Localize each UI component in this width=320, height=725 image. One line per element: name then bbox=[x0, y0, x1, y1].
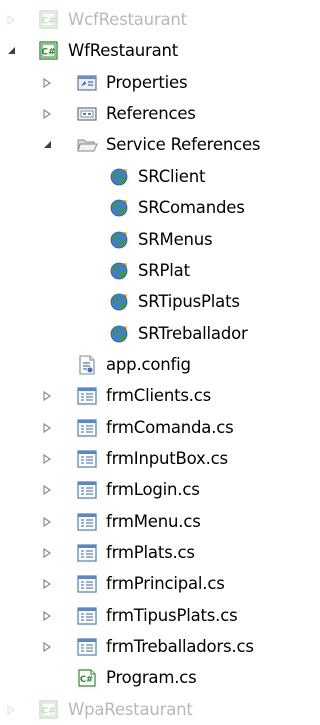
expand-arrow-icon[interactable] bbox=[40, 609, 54, 623]
svg-text:C#: C# bbox=[41, 16, 55, 26]
tree-item-form-file[interactable]: frmMenu.cs bbox=[0, 506, 286, 537]
tree-item-properties[interactable]: Properties bbox=[0, 67, 286, 98]
expand-arrow-icon[interactable] bbox=[40, 107, 54, 121]
service-reference-globe-icon bbox=[108, 291, 130, 313]
form-icon bbox=[76, 542, 98, 564]
tree-item-label: frmClients.cs bbox=[106, 386, 212, 405]
tree-item-label: WpaRestaurant bbox=[68, 700, 193, 719]
tree-item-label: frmTreballadors.cs bbox=[106, 637, 254, 656]
tree-item-form-file[interactable]: frmComanda.cs bbox=[0, 412, 286, 443]
tree-item-label: WcfRestaurant bbox=[68, 10, 187, 29]
form-icon bbox=[76, 573, 98, 595]
tree-item-form-file[interactable]: frmPlats.cs bbox=[0, 537, 286, 568]
tree-item-form-file[interactable]: frmInputBox.cs bbox=[0, 443, 286, 474]
tree-item-wparestaurant[interactable]: C# WpaRestaurant bbox=[0, 694, 286, 725]
tree-item-form-file[interactable]: frmTreballadors.cs bbox=[0, 631, 286, 662]
form-icon bbox=[76, 636, 98, 658]
tree-item-label: Service References bbox=[106, 135, 261, 154]
folder-open-icon bbox=[76, 134, 98, 156]
tree-item-srtipusplats[interactable]: SRTipusPlats bbox=[0, 286, 286, 317]
tree-item-label: WfRestaurant bbox=[68, 41, 179, 60]
tree-item-srplat[interactable]: SRPlat bbox=[0, 255, 286, 286]
csharp-project-icon: C# bbox=[38, 699, 60, 721]
expand-arrow-icon[interactable] bbox=[40, 421, 54, 435]
tree-item-wfrestaurant[interactable]: C# WfRestaurant bbox=[0, 35, 286, 66]
expand-arrow-icon[interactable] bbox=[40, 640, 54, 654]
collapse-arrow-icon[interactable] bbox=[4, 44, 18, 58]
form-icon bbox=[76, 417, 98, 439]
service-reference-globe-icon bbox=[108, 166, 130, 188]
tree-item-srcomandes[interactable]: SRComandes bbox=[0, 192, 286, 223]
tree-item-label: frmTipusPlats.cs bbox=[106, 606, 238, 625]
tree-item-form-file[interactable]: frmLogin.cs bbox=[0, 474, 286, 505]
tree-item-label: frmInputBox.cs bbox=[106, 449, 228, 468]
tree-item-wcfrestaurant[interactable]: C# WcfRestaurant bbox=[0, 4, 286, 35]
expand-arrow-icon[interactable] bbox=[40, 483, 54, 497]
tree-item-srtreballador[interactable]: SRTreballador bbox=[0, 318, 286, 349]
tree-item-label: frmPlats.cs bbox=[106, 543, 195, 562]
tree-item-label: frmPrincipal.cs bbox=[106, 574, 225, 593]
expand-arrow-icon[interactable] bbox=[4, 703, 18, 717]
references-icon bbox=[76, 103, 98, 125]
tree-item-label: SRClient bbox=[138, 167, 206, 186]
tree-item-program-cs[interactable]: C# Program.cs bbox=[0, 662, 286, 693]
tree-item-label: frmComanda.cs bbox=[106, 418, 234, 437]
tree-item-app-config[interactable]: app.config bbox=[0, 349, 286, 380]
tree-item-service-references[interactable]: Service References bbox=[0, 129, 286, 160]
form-icon bbox=[76, 605, 98, 627]
tree-item-label: frmLogin.cs bbox=[106, 480, 200, 499]
tree-item-label: SRComandes bbox=[138, 198, 245, 217]
tree-item-label: References bbox=[106, 104, 196, 123]
tree-item-label: Program.cs bbox=[106, 668, 197, 687]
tree-item-srmenus[interactable]: SRMenus bbox=[0, 224, 286, 255]
config-file-icon bbox=[76, 354, 98, 376]
svg-text:C#: C# bbox=[41, 706, 55, 716]
expand-arrow-icon[interactable] bbox=[40, 452, 54, 466]
form-icon bbox=[76, 448, 98, 470]
tree-item-label: Properties bbox=[106, 73, 188, 92]
svg-text:C#: C# bbox=[41, 47, 55, 57]
tree-item-label: app.config bbox=[106, 355, 191, 374]
tree-item-form-file[interactable]: frmPrincipal.cs bbox=[0, 568, 286, 599]
collapse-arrow-icon[interactable] bbox=[40, 138, 54, 152]
tree-item-label: frmMenu.cs bbox=[106, 512, 201, 531]
form-icon bbox=[76, 511, 98, 533]
csharp-project-icon: C# bbox=[38, 9, 60, 31]
expand-arrow-icon[interactable] bbox=[40, 389, 54, 403]
tree-item-label: SRPlat bbox=[138, 261, 190, 280]
svg-text:C#: C# bbox=[80, 675, 93, 685]
expand-arrow-icon[interactable] bbox=[40, 577, 54, 591]
service-reference-globe-icon bbox=[108, 229, 130, 251]
tree-item-label: SRTreballador bbox=[138, 324, 248, 343]
tree-item-form-file[interactable]: frmTipusPlats.cs bbox=[0, 600, 286, 631]
solution-explorer-tree: C# WcfRestaurant C# WfRestaurant Propert… bbox=[0, 0, 286, 719]
form-icon bbox=[76, 385, 98, 407]
tree-item-references[interactable]: References bbox=[0, 98, 286, 129]
form-icon bbox=[76, 479, 98, 501]
tree-item-label: SRMenus bbox=[138, 230, 213, 249]
expand-arrow-icon[interactable] bbox=[40, 76, 54, 90]
service-reference-globe-icon bbox=[108, 323, 130, 345]
expand-arrow-icon[interactable] bbox=[40, 515, 54, 529]
tree-item-form-file[interactable]: frmClients.cs bbox=[0, 380, 286, 411]
tree-item-label: SRTipusPlats bbox=[138, 292, 240, 311]
csharp-file-icon: C# bbox=[76, 667, 98, 689]
properties-icon bbox=[76, 72, 98, 94]
tree-item-srclient[interactable]: SRClient bbox=[0, 161, 286, 192]
service-reference-globe-icon bbox=[108, 260, 130, 282]
csharp-project-icon: C# bbox=[38, 40, 60, 62]
service-reference-globe-icon bbox=[108, 197, 130, 219]
expand-arrow-icon[interactable] bbox=[4, 13, 18, 27]
expand-arrow-icon[interactable] bbox=[40, 546, 54, 560]
